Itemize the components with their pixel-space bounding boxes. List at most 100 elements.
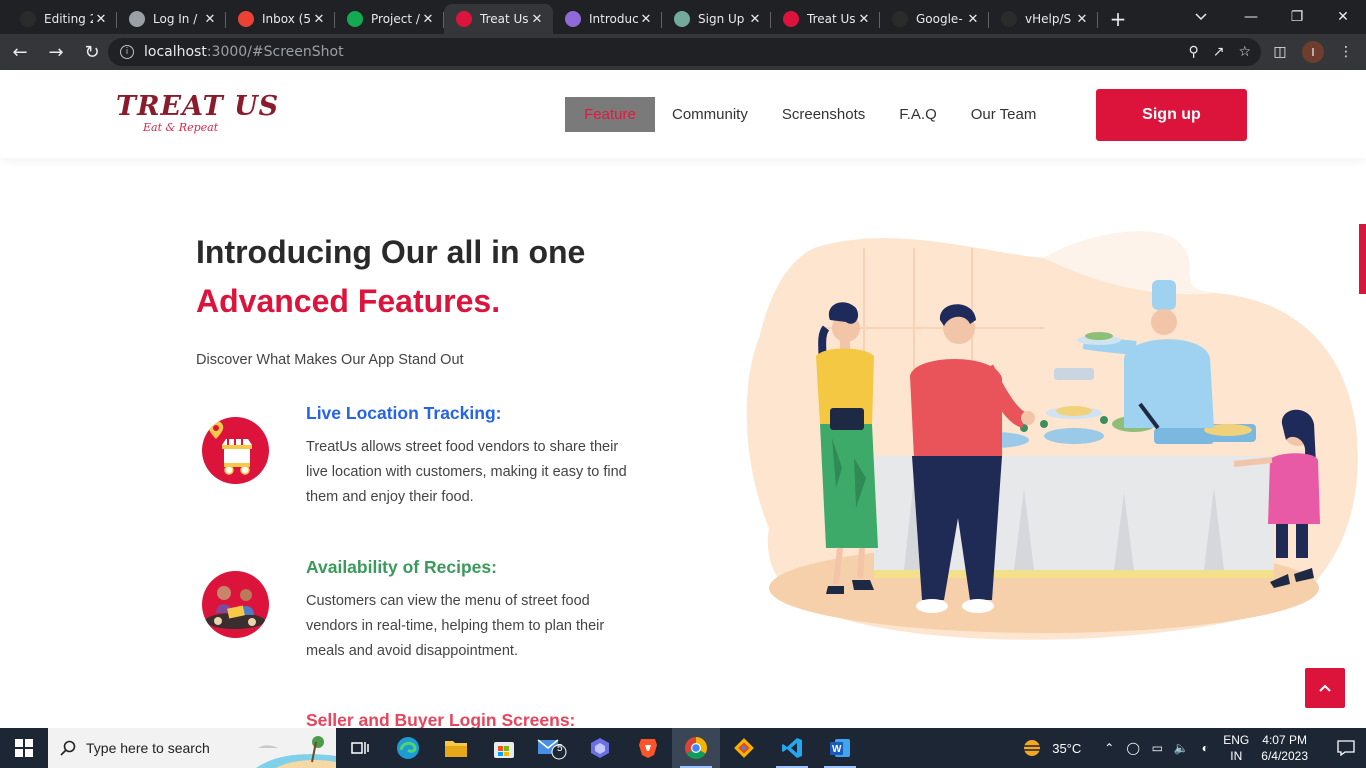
taskbar-search-box[interactable]: Type here to search	[48, 728, 336, 768]
main-nav: Feature Community Screenshots F.A.Q Our Team	[565, 97, 1053, 132]
chatgpt-icon	[674, 11, 690, 27]
close-tab-icon[interactable]: ✕	[311, 12, 327, 27]
tab-title: Treat Us	[480, 12, 529, 26]
brave-browser-icon[interactable]	[624, 728, 672, 768]
nav-link-f-a-q[interactable]: F.A.Q	[882, 97, 954, 132]
system-tray: 35°C ⌃ ◯ ▭ 🔈 ◐ ENG IN 4:07 PM 6/4/2023	[1020, 728, 1366, 768]
signup-button[interactable]: Sign up	[1096, 89, 1247, 141]
bookmark-star-icon[interactable]: ☆	[1238, 44, 1251, 60]
tab-search-icon[interactable]	[1186, 0, 1216, 34]
microsoft-store-icon[interactable]	[480, 728, 528, 768]
close-tab-icon[interactable]: ✕	[856, 12, 872, 27]
browser-tab[interactable]: Sign Up ✕	[662, 4, 771, 34]
back-button[interactable]: ←	[4, 36, 36, 68]
windows-taskbar: Type here to search 5 W 35°C ⌃ ◯ ▭ 🔈 ◐ E…	[0, 728, 1366, 768]
minimize-button[interactable]: —	[1228, 0, 1274, 34]
feature-item: Availability of Recipes: Customers can v…	[196, 557, 636, 667]
browser-tab[interactable]: Inbox (5 ✕	[226, 4, 335, 34]
feature-description: Customers can view the menu of street fo…	[306, 593, 605, 659]
section-heading-line2: Advanced Features.	[196, 283, 501, 319]
treat-us-logo[interactable]: TREAT US Eat & Repeat	[116, 92, 279, 134]
site-info-icon[interactable]: i	[120, 45, 134, 59]
close-tab-icon[interactable]: ✕	[747, 12, 763, 27]
tab-title: Google-	[916, 12, 963, 26]
globe-icon	[129, 11, 145, 27]
meet-now-icon[interactable]: ◯	[1121, 741, 1145, 755]
browser-tab[interactable]: Treat Us ✕	[444, 4, 553, 34]
feature-title: Availability of Recipes:	[306, 557, 497, 577]
github-icon	[1001, 11, 1017, 27]
tab-title: Editing 2	[44, 12, 93, 26]
browser-tab[interactable]: vHelp/S ✕	[989, 4, 1098, 34]
mail-icon[interactable]: 5	[528, 728, 576, 768]
browser-tab[interactable]: Introduc ✕	[553, 4, 662, 34]
copilot-icon[interactable]	[576, 728, 624, 768]
side-panel-icon[interactable]: ◫	[1268, 44, 1292, 60]
browser-menu-icon[interactable]: ⋮	[1334, 44, 1358, 60]
mongodb-leaf-icon	[347, 11, 363, 27]
feature-item: Live Location Tracking: TreatUs allows s…	[196, 403, 636, 513]
browser-tab[interactable]: Log In / ✕	[117, 4, 226, 34]
clock[interactable]: 4:07 PM 6/4/2023	[1261, 732, 1308, 764]
section-subtitle: Discover What Makes Our App Stand Out	[196, 352, 464, 368]
close-tab-icon[interactable]: ✕	[93, 12, 109, 27]
chrome-icon[interactable]	[672, 728, 720, 768]
close-tab-icon[interactable]: ✕	[638, 12, 654, 27]
feature-title: Live Location Tracking:	[306, 403, 502, 423]
start-button[interactable]	[0, 728, 48, 768]
site-header: TREAT US Eat & Repeat Feature Community Sc…	[0, 70, 1366, 158]
maximize-button[interactable]: ❐	[1274, 0, 1320, 34]
show-hidden-icons-chevron-icon[interactable]: ⌃	[1097, 741, 1121, 755]
language-indicator[interactable]: ENG IN	[1223, 732, 1249, 764]
tab-title: Introduc	[589, 12, 638, 26]
close-tab-icon[interactable]: ✕	[202, 12, 218, 27]
gmail-icon	[238, 11, 254, 27]
reload-button[interactable]: ↻	[76, 36, 108, 68]
browser-tab[interactable]: Treat Us ✕	[771, 4, 880, 34]
share-icon[interactable]: ↗	[1213, 44, 1225, 60]
close-tab-icon[interactable]: ✕	[529, 12, 545, 27]
new-tab-button[interactable]: +	[1102, 4, 1134, 34]
weather-widget[interactable]: 35°C	[1020, 738, 1081, 758]
search-icon	[60, 740, 76, 756]
vscode-icon[interactable]	[768, 728, 816, 768]
browser-tab[interactable]: Google- ✕	[880, 4, 989, 34]
zoom-icon[interactable]: ⚲	[1188, 44, 1198, 60]
address-bar[interactable]: i localhost:3000/#ScreenShot ⚲ ↗ ☆	[108, 38, 1261, 66]
github-icon	[20, 11, 36, 27]
url-text: localhost:3000/#ScreenShot	[144, 44, 344, 60]
task-view-icon[interactable]	[336, 728, 384, 768]
forward-button[interactable]: →	[40, 36, 72, 68]
buffet-illustration: dre	[744, 228, 1360, 648]
github-icon	[892, 11, 908, 27]
close-tab-icon[interactable]: ✕	[1074, 12, 1090, 27]
close-tab-icon[interactable]: ✕	[965, 12, 981, 27]
profile-avatar[interactable]: I	[1302, 41, 1324, 63]
wifi-icon[interactable]: ◐	[1193, 741, 1217, 755]
git-client-icon[interactable]	[720, 728, 768, 768]
window-controls: — ❐ ✕	[1228, 0, 1366, 34]
notification-center-icon[interactable]	[1326, 728, 1366, 768]
food-cart-location-icon	[202, 417, 269, 484]
feature-title: Seller and Buyer Login Screens:	[306, 710, 576, 728]
nav-link-screenshots[interactable]: Screenshots	[765, 97, 882, 132]
windows-logo-icon	[15, 739, 33, 757]
nav-link-feature[interactable]: Feature	[565, 97, 655, 132]
svg-text:W: W	[832, 744, 842, 755]
browser-tab[interactable]: Editing 2 ✕	[8, 4, 117, 34]
edge-icon[interactable]	[384, 728, 432, 768]
back-to-top-button[interactable]	[1305, 668, 1345, 708]
battery-icon[interactable]: ▭	[1145, 741, 1169, 755]
volume-icon[interactable]: 🔈	[1169, 741, 1193, 755]
file-explorer-icon[interactable]	[432, 728, 480, 768]
close-window-button[interactable]: ✕	[1320, 0, 1366, 34]
treatus-favicon-icon	[456, 11, 472, 27]
close-tab-icon[interactable]: ✕	[420, 12, 436, 27]
word-icon[interactable]: W	[816, 728, 864, 768]
section-heading-line1: Introducing Our all in one	[196, 234, 586, 270]
nav-link-our-team[interactable]: Our Team	[954, 97, 1054, 132]
feature-description: TreatUs allows street food vendors to sh…	[306, 439, 627, 505]
feature-item: Seller and Buyer Login Screens:	[196, 710, 636, 728]
browser-tab[interactable]: Project / ✕	[335, 4, 444, 34]
nav-link-community[interactable]: Community	[655, 97, 765, 132]
